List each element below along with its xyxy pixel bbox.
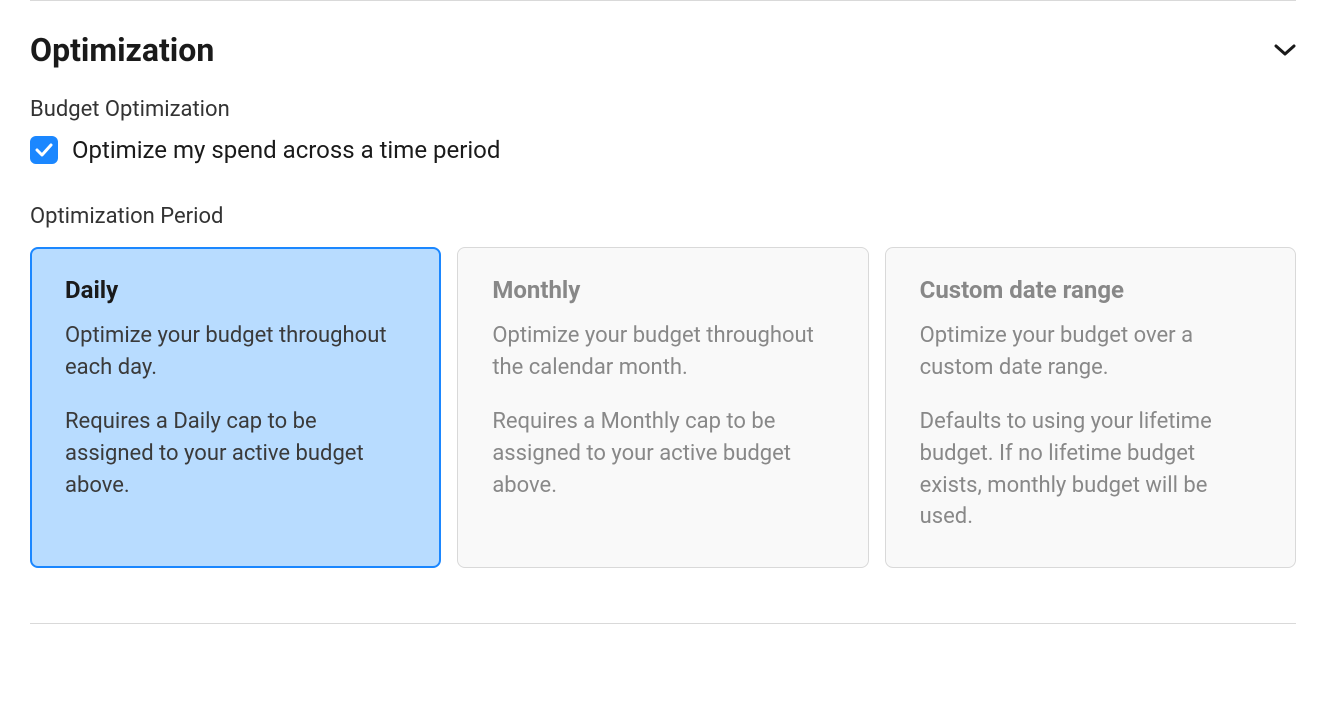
optimize-checkbox[interactable]: [30, 136, 58, 164]
period-option-custom[interactable]: Custom date range Optimize your budget o…: [885, 247, 1296, 568]
period-option-title: Daily: [65, 276, 406, 304]
period-option-desc: Optimize your budget over a custom date …: [920, 320, 1261, 384]
period-option-note: Requires a Monthly cap to be assigned to…: [492, 406, 833, 502]
chevron-down-icon: [1274, 39, 1296, 61]
period-option-note: Requires a Daily cap to be assigned to y…: [65, 406, 406, 502]
optimize-checkbox-label: Optimize my spend across a time period: [72, 136, 500, 164]
period-option-note: Defaults to using your lifetime budget. …: [920, 406, 1261, 534]
optimize-checkbox-row[interactable]: Optimize my spend across a time period: [30, 136, 1296, 164]
section-title: Optimization: [30, 31, 214, 69]
budget-optimization-label: Budget Optimization: [30, 97, 1296, 122]
optimization-period-label: Optimization Period: [30, 204, 1296, 229]
period-option-title: Monthly: [492, 276, 833, 304]
optimization-period-options: Daily Optimize your budget throughout ea…: [30, 247, 1296, 568]
period-option-title: Custom date range: [920, 276, 1261, 304]
period-option-daily[interactable]: Daily Optimize your budget throughout ea…: [30, 247, 441, 568]
period-option-desc: Optimize your budget throughout the cale…: [492, 320, 833, 384]
period-option-desc: Optimize your budget throughout each day…: [65, 320, 406, 384]
section-header[interactable]: Optimization: [30, 31, 1296, 69]
period-option-monthly[interactable]: Monthly Optimize your budget throughout …: [457, 247, 868, 568]
divider-top: [30, 0, 1296, 1]
divider-bottom: [30, 623, 1296, 624]
